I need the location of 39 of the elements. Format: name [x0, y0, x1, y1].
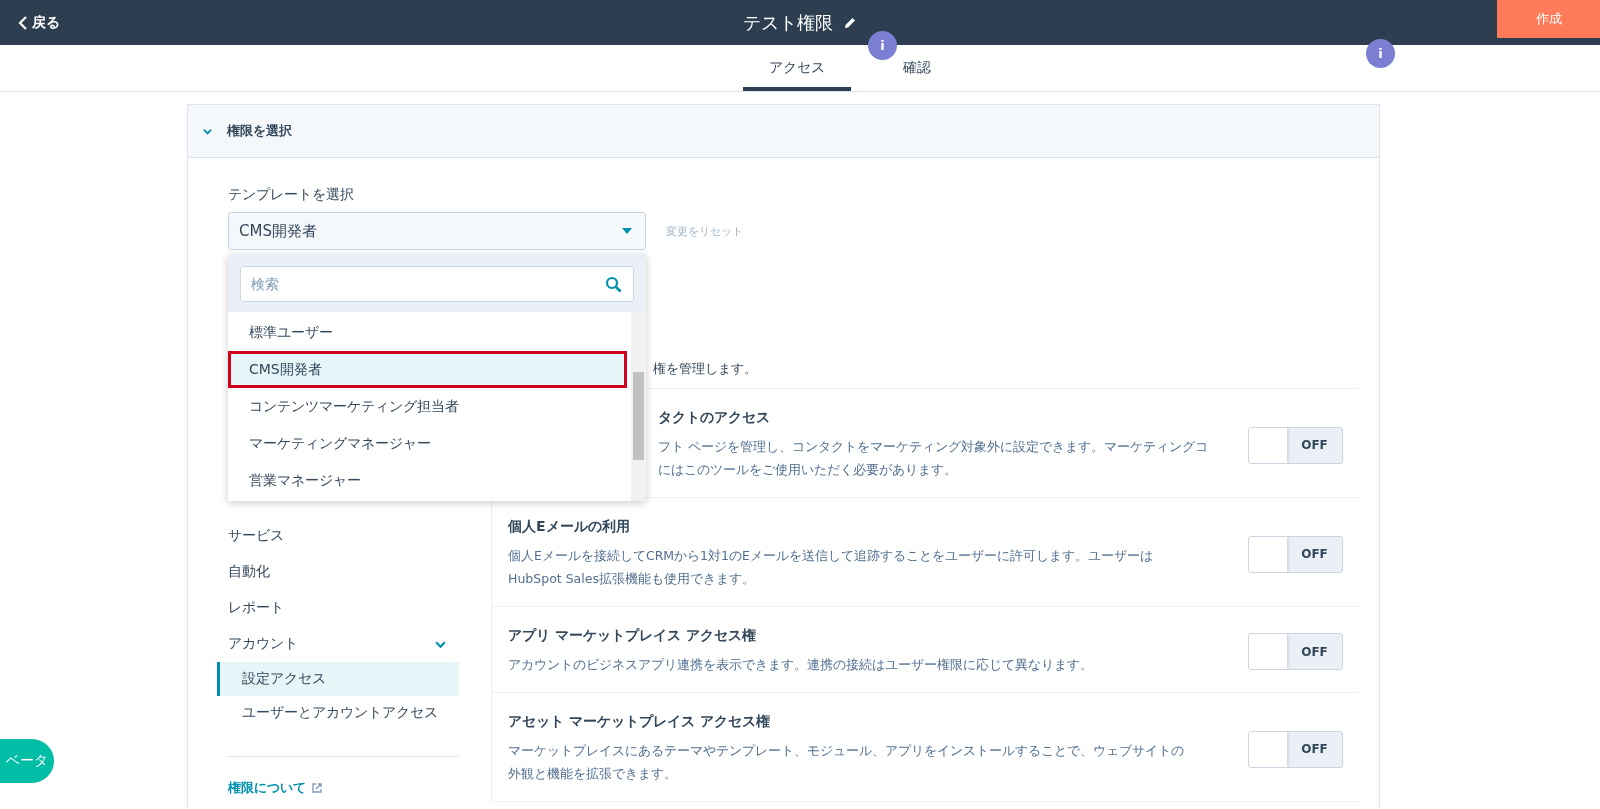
scrollbar[interactable]	[631, 312, 646, 501]
page-title: テスト権限	[743, 10, 833, 35]
caret-icon	[621, 227, 633, 235]
nav-subitem[interactable]: 設定アクセス	[217, 662, 459, 696]
search-icon	[605, 276, 622, 293]
toggle-switch[interactable]: OFF	[1248, 535, 1343, 573]
about-link[interactable]: 権限について	[228, 779, 323, 797]
template-select[interactable]: CMS開発者	[228, 212, 646, 250]
permission-description: マーケットプレイスにあるテーマやテンプレート、モジュール、アプリをインストールすることで、ウェブサイトの 外観と機能を拡張できます。	[508, 742, 1185, 783]
dropdown-option[interactable]: 営業マネージャー	[228, 462, 627, 499]
chevron-left-icon	[18, 14, 28, 31]
dropdown-option[interactable]: マーケティングマネージャー	[228, 425, 627, 462]
intro-text: 権を管理します。	[653, 361, 757, 376]
permission-title: タクトのアクセス	[658, 409, 771, 427]
search-field[interactable]: 検索	[240, 266, 634, 302]
nav-item[interactable]: アカウント	[228, 626, 459, 662]
info-marker[interactable]: i	[1366, 39, 1395, 68]
permission-title: アセット マーケットプレイス アクセス権	[508, 713, 771, 731]
section-title: 権限を選択	[227, 122, 292, 140]
pencil-icon[interactable]	[843, 15, 857, 30]
nav-item[interactable]: サービス	[228, 518, 459, 554]
nav-item[interactable]: 自動化	[228, 554, 459, 590]
dropdown-option[interactable]: CMS開発者	[228, 351, 627, 388]
section-header[interactable]: 権限を選択	[188, 105, 1379, 158]
toggle-switch[interactable]: OFF	[1248, 633, 1343, 670]
nav-item[interactable]: レポート	[228, 590, 459, 626]
back-button[interactable]: 戻る	[14, 9, 64, 36]
nav-subitem[interactable]: ユーザーとアカウントアクセス	[217, 696, 459, 730]
dropdown-option[interactable]: コンテンツマーケティング担当者	[228, 388, 627, 425]
field-label: テンプレートを選択	[228, 186, 354, 204]
toggle-switch[interactable]: OFF	[1248, 426, 1343, 464]
toggle-switch[interactable]: OFF	[1248, 730, 1343, 768]
permission-title: 個人Eメールの利用	[508, 518, 631, 536]
external-link-icon	[311, 782, 323, 794]
dropdown-option[interactable]: 標準ユーザー	[228, 314, 627, 351]
permission-description: アカウントのビジネスアプリ連携を表示できます。連携の接続はユーザー権限に応じて異なります。	[508, 656, 1094, 674]
permission-description: 個人Eメールを接続してCRMから1対1のEメールを送信して追跡することをユーザーに許可します。ユーザーは HubSpot Sales拡張機能も使用できます。	[508, 547, 1154, 588]
permission-title: アプリ マーケットプレイス アクセス権	[508, 627, 757, 645]
permission-description: フト ページを管理し、コンタクトをマーケティング対象外に設定できます。マーケティングコ にはこのツールをご使用いただく必要があります。	[658, 438, 1209, 479]
